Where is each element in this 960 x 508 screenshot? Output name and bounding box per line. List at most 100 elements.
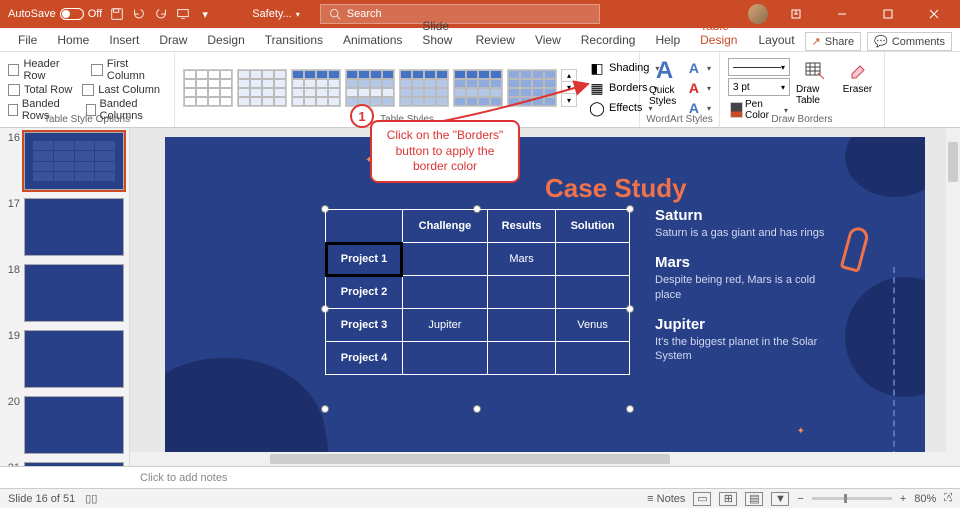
table-style-5[interactable] [399, 69, 449, 107]
text-outline-button[interactable]: A▾ [685, 78, 711, 98]
slide-thumbnail-17[interactable] [24, 198, 124, 256]
table-header-cell[interactable]: Challenge [402, 210, 487, 243]
user-avatar[interactable] [748, 4, 768, 24]
pen-weight-dropdown[interactable]: 3 pt▾ [728, 78, 790, 96]
redo-icon[interactable] [154, 7, 168, 21]
table-cell[interactable] [402, 342, 487, 375]
text-block[interactable]: Jupiter It's the biggest planet in the S… [655, 316, 825, 364]
table-styles-more[interactable]: ▴ ▾ ▾ [561, 69, 577, 107]
table-cell[interactable]: Jupiter [402, 309, 487, 342]
check-total-row[interactable]: Total Row [8, 84, 72, 96]
close-icon[interactable] [916, 0, 952, 28]
tab-insert[interactable]: Insert [99, 29, 149, 51]
slide-table[interactable]: Challenge Results Solution Project 1 Mar… [325, 209, 630, 375]
table-style-7[interactable] [507, 69, 557, 107]
table-cell[interactable] [487, 276, 555, 309]
check-first-col[interactable]: First Column [91, 58, 166, 82]
table-style-4[interactable] [345, 69, 395, 107]
tab-review[interactable]: Review [466, 29, 525, 51]
table-cell[interactable] [487, 342, 555, 375]
reading-view-icon[interactable]: ▤ [745, 492, 763, 506]
zoom-out-button[interactable]: − [797, 493, 803, 505]
text-block[interactable]: Mars Despite being red, Mars is a cold p… [655, 254, 825, 302]
check-header-row[interactable]: Header Row [8, 58, 81, 82]
text-fill-button[interactable]: A▾ [685, 58, 711, 78]
slide-thumbnail-19[interactable] [24, 330, 124, 388]
table-cell[interactable]: Project 4 [326, 342, 403, 375]
table-cell[interactable]: Project 2 [326, 276, 403, 309]
notes-pane[interactable]: Click to add notes [0, 466, 960, 488]
draw-table-button[interactable]: Draw Table [796, 58, 833, 106]
tab-table-design[interactable]: Table Design [690, 15, 748, 51]
pen-style-dropdown[interactable]: ▾ [728, 58, 790, 76]
slide-canvas[interactable]: ✦ ✦ Case Study Challenge Results [130, 128, 960, 466]
table-cell[interactable]: Project 1 [326, 243, 403, 276]
slideshow-view-icon[interactable]: ▼ [771, 492, 789, 506]
check-last-col[interactable]: Last Column [82, 84, 160, 96]
table-cell[interactable]: Project 3 [326, 309, 403, 342]
slide-title[interactable]: Case Study [545, 173, 687, 204]
slide-thumbnail-16[interactable] [24, 132, 124, 190]
zoom-level[interactable]: 80% [914, 493, 936, 505]
document-title[interactable]: Safety... ▾ [252, 8, 300, 20]
chevron-down-icon[interactable]: ▾ [562, 82, 576, 94]
zoom-in-button[interactable]: + [900, 493, 906, 505]
accessibility-icon[interactable]: ▯▯ [85, 492, 97, 505]
tab-animations[interactable]: Animations [333, 29, 412, 51]
horizontal-scrollbar[interactable] [130, 452, 946, 466]
table-cell[interactable]: Mars [487, 243, 555, 276]
thumbnail-panel[interactable]: 16 17 18 19 20 21 [0, 128, 130, 466]
slide-thumbnail-20[interactable] [24, 396, 124, 454]
table-style-6[interactable] [453, 69, 503, 107]
resize-handle[interactable] [473, 405, 481, 413]
more-icon[interactable]: ▾ [562, 94, 576, 106]
table-header-cell[interactable] [326, 210, 403, 243]
save-icon[interactable] [110, 7, 124, 21]
table-style-3[interactable] [291, 69, 341, 107]
present-icon[interactable] [176, 7, 190, 21]
table-cell[interactable] [402, 243, 487, 276]
table-header-cell[interactable]: Results [487, 210, 555, 243]
chevron-up-icon[interactable]: ▴ [562, 70, 576, 82]
slide-thumbnail-18[interactable] [24, 264, 124, 322]
zoom-slider[interactable] [812, 497, 892, 500]
text-block[interactable]: Saturn Saturn is a gas giant and has rin… [655, 207, 825, 240]
table-cell[interactable] [487, 309, 555, 342]
minimize-icon[interactable] [824, 0, 860, 28]
table-style-1[interactable] [183, 69, 233, 107]
tab-view[interactable]: View [525, 29, 571, 51]
tab-draw[interactable]: Draw [149, 29, 197, 51]
notes-toggle[interactable]: ≡ Notes [647, 493, 685, 505]
resize-handle[interactable] [626, 405, 634, 413]
resize-handle[interactable] [321, 405, 329, 413]
table-cell[interactable] [402, 276, 487, 309]
normal-view-icon[interactable]: ▭ [693, 492, 711, 506]
table-cell[interactable] [556, 243, 630, 276]
tab-file[interactable]: File [8, 29, 47, 51]
table-style-2[interactable] [237, 69, 287, 107]
tab-design[interactable]: Design [197, 29, 254, 51]
tab-transitions[interactable]: Transitions [255, 29, 333, 51]
collapse-ribbon-icon[interactable]: ^ [942, 492, 956, 506]
table-cell[interactable] [556, 276, 630, 309]
table-header-cell[interactable]: Solution [556, 210, 630, 243]
share-button[interactable]: ↗Share [805, 32, 862, 51]
maximize-icon[interactable] [870, 0, 906, 28]
qat-more-icon[interactable]: ▾ [198, 7, 212, 21]
comments-button[interactable]: 💬Comments [867, 32, 952, 51]
tab-help[interactable]: Help [645, 29, 690, 51]
slide-thumbnail-21[interactable] [24, 462, 124, 466]
quick-styles-button[interactable]: A Quick Styles [648, 58, 681, 106]
ribbon-display-icon[interactable] [778, 0, 814, 28]
tab-layout[interactable]: Layout [749, 29, 805, 51]
tab-home[interactable]: Home [47, 29, 99, 51]
sorter-view-icon[interactable]: ⊞ [719, 492, 737, 506]
eraser-button[interactable]: Eraser [839, 58, 876, 95]
table-cell[interactable]: Venus [556, 309, 630, 342]
tab-slideshow[interactable]: Slide Show [412, 15, 465, 51]
vertical-scrollbar[interactable] [946, 128, 960, 466]
tab-recording[interactable]: Recording [571, 29, 646, 51]
undo-icon[interactable] [132, 7, 146, 21]
table-cell[interactable] [556, 342, 630, 375]
autosave-toggle[interactable]: AutoSave Off [8, 8, 102, 20]
